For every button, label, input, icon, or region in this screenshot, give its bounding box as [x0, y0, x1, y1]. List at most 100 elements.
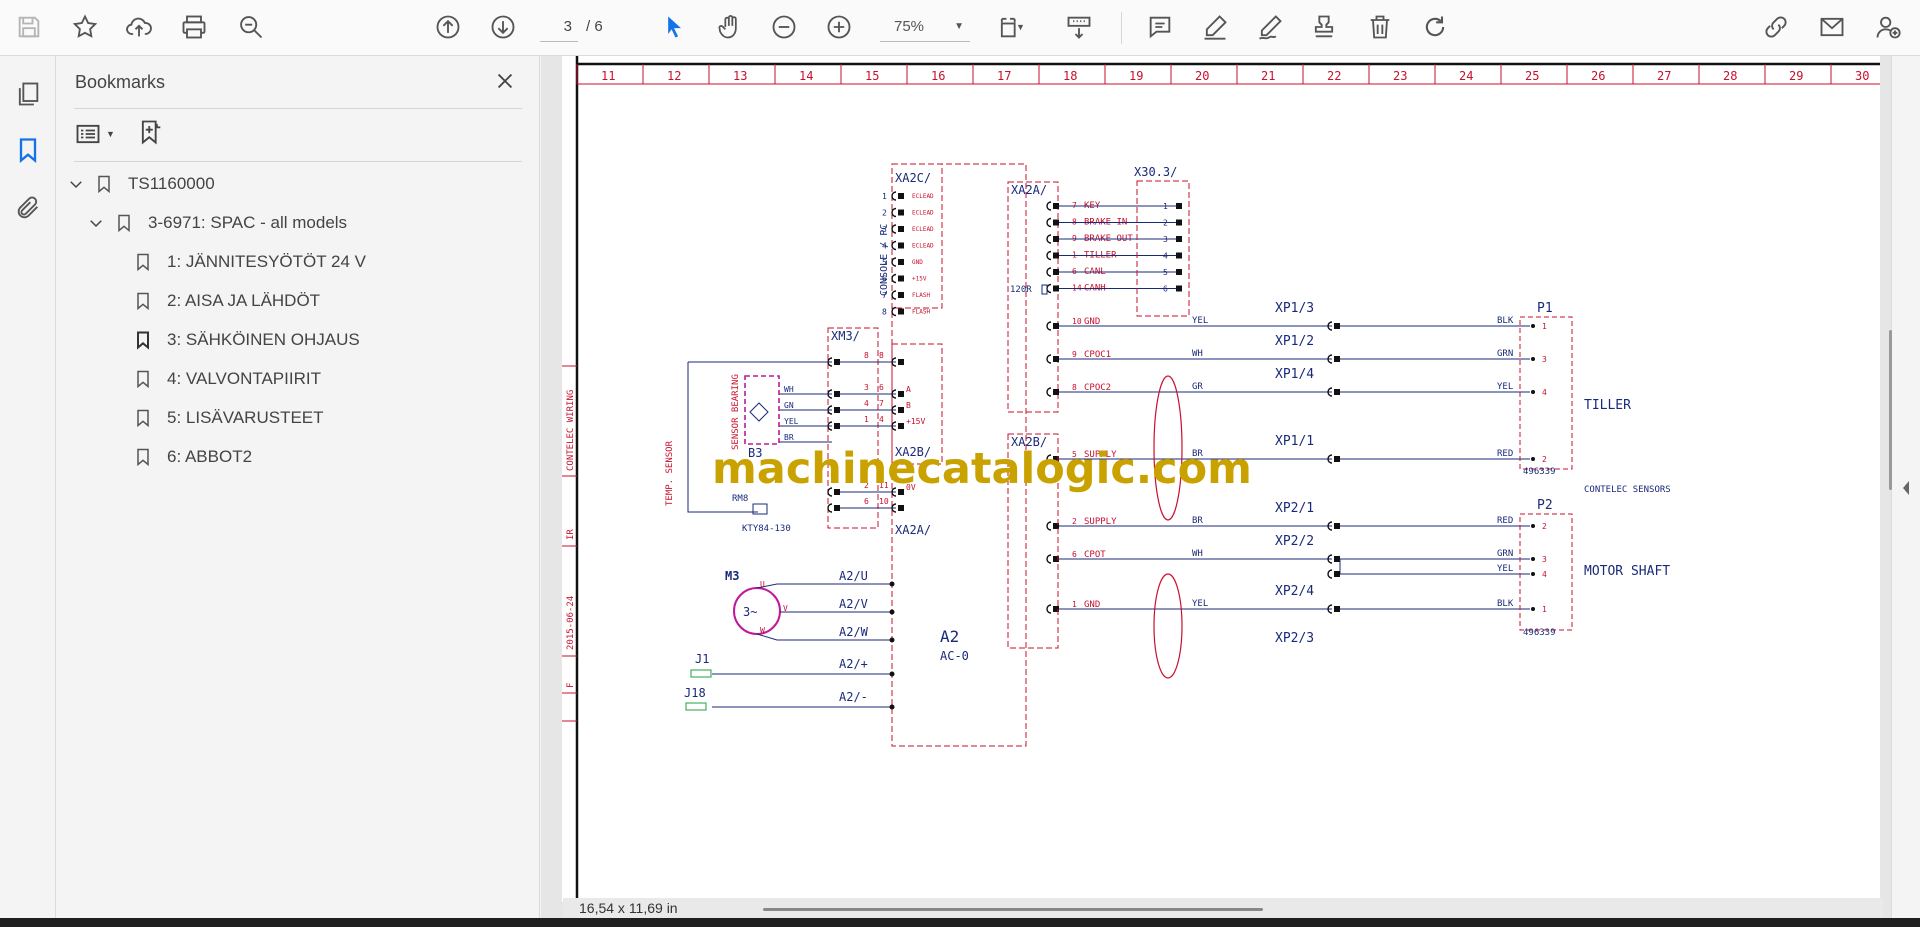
- bookmark-child[interactable]: 3-6971: SPAC - all models: [86, 209, 347, 237]
- attachments-icon[interactable]: [10, 190, 46, 226]
- xm3-label: XM3/: [831, 329, 860, 343]
- hand-icon[interactable]: [713, 10, 747, 44]
- next-page-icon[interactable]: [486, 10, 520, 44]
- j1-label: J1: [695, 652, 709, 666]
- connector-symbol: [1046, 387, 1052, 397]
- x30-pin: [1176, 269, 1182, 275]
- chevron-down-icon[interactable]: [86, 213, 106, 233]
- ac0-label: AC-0: [940, 649, 969, 663]
- pin-name: ECLEAD: [912, 193, 934, 200]
- bookmark-icon: [94, 172, 114, 196]
- ruler-label: 12: [667, 69, 681, 83]
- xp-label: XP1/1: [1275, 434, 1314, 449]
- horizontal-scrollbar[interactable]: [763, 908, 1263, 911]
- bookmarks-icon[interactable]: [10, 132, 46, 168]
- p-pin: [1531, 557, 1535, 561]
- connector-pin: [834, 391, 840, 397]
- rotate-icon[interactable]: [1418, 10, 1452, 44]
- bookmark-item-3[interactable]: 3: SÄHKÖINEN OHJAUS: [133, 326, 360, 354]
- connector-symbol: [1046, 554, 1052, 564]
- bookmark-item-4[interactable]: 4: VALVONTAPIIRIT: [133, 365, 321, 393]
- p-pin-number: 4: [1542, 570, 1547, 579]
- wire: [756, 583, 892, 589]
- ruler-label: 11: [601, 69, 615, 83]
- rm8-label: RM8: [732, 494, 748, 504]
- resistor-symbol: [1041, 284, 1048, 295]
- phase-label: V: [783, 604, 788, 613]
- select-cursor-icon[interactable]: [657, 10, 691, 44]
- bookmark-item-1[interactable]: 1: JÄNNITESYÖTÖT 24 V: [133, 248, 366, 276]
- draw-icon[interactable]: [1253, 10, 1287, 44]
- pin-number: 2: [1072, 517, 1077, 526]
- stamp-icon[interactable]: [1307, 10, 1341, 44]
- share-link-icon[interactable]: [1759, 10, 1793, 44]
- chevron-down-icon[interactable]: [66, 174, 86, 194]
- connector-pin: [898, 407, 904, 413]
- expand-pane-icon[interactable]: [1900, 478, 1912, 498]
- connector-symbol: [1046, 267, 1052, 277]
- connector-pin: [1053, 285, 1059, 292]
- bookmark-label: 3: SÄHKÖINEN OHJAUS: [167, 330, 360, 349]
- ruler-label: 14: [799, 69, 813, 83]
- search-zoom-icon[interactable]: [234, 10, 268, 44]
- page-size: 16,54 x 11,69 in: [579, 900, 678, 916]
- connector-pin: [1053, 252, 1059, 259]
- xm3-pin-number: 4: [864, 399, 869, 408]
- xp-label: XP1/3: [1275, 301, 1314, 316]
- highlight-icon[interactable]: [1198, 10, 1232, 44]
- margin-label: F: [566, 683, 576, 688]
- bookmark-item-6[interactable]: 6: ABBOT2: [133, 443, 252, 471]
- terminal-dot: [889, 671, 895, 677]
- add-user-icon[interactable]: [1871, 10, 1905, 44]
- bookmark-item-2[interactable]: 2: AISA JA LÄHDÖT: [133, 287, 320, 315]
- bookmark-item-5[interactable]: 5: LISÄVARUSTEET: [133, 404, 324, 432]
- bookmark-root[interactable]: TS1160000: [66, 170, 215, 198]
- bookmark-label: 2: AISA JA LÄHDÖT: [167, 291, 321, 310]
- bookmark-label: TS1160000: [128, 174, 215, 193]
- zoom-out-icon[interactable]: [767, 10, 801, 44]
- document-area[interactable]: 11 12 13 14 15 16 17 18 19 20 21 22 23 24 25 26 27 28 29 30…: [541, 56, 1891, 918]
- prev-page-icon[interactable]: [431, 10, 465, 44]
- vertical-scrollbar[interactable]: [1889, 330, 1892, 490]
- x30-pin-number: 3: [1163, 235, 1168, 244]
- close-icon[interactable]: [490, 66, 520, 96]
- save-icon[interactable]: [12, 10, 46, 44]
- connector-pin: [898, 242, 904, 249]
- connector-symbol: [891, 224, 897, 234]
- pin-name: ECLEAD: [912, 243, 934, 250]
- print-icon[interactable]: [177, 10, 211, 44]
- xa2b-pin-number: 8: [879, 351, 884, 360]
- zoom-select[interactable]: 75% ▼: [880, 12, 970, 42]
- terminal-dot: [889, 581, 895, 587]
- connector-pin: [834, 407, 840, 413]
- email-icon[interactable]: [1815, 10, 1849, 44]
- bookmark-star-icon[interactable]: [68, 10, 102, 44]
- bookmark-tools: ▼: [74, 116, 165, 152]
- delete-icon[interactable]: [1363, 10, 1397, 44]
- p-pin-number: 2: [1542, 455, 1547, 464]
- fit-page-icon[interactable]: [993, 10, 1027, 44]
- zoom-in-icon[interactable]: [822, 10, 856, 44]
- page-number-input[interactable]: [540, 12, 578, 42]
- upload-icon[interactable]: [122, 10, 156, 44]
- connector-pin: [1334, 523, 1340, 529]
- wire-color: YEL: [784, 417, 799, 426]
- scroll-mode-icon[interactable]: [1062, 10, 1096, 44]
- ruler-label: 13: [733, 69, 747, 83]
- bookmark-options-menu[interactable]: ▼: [74, 120, 115, 148]
- p-pin-number: 3: [1542, 355, 1547, 364]
- connector-pin: [1053, 389, 1059, 395]
- chevron-down-icon: ▼: [106, 129, 115, 139]
- ruler-label: 29: [1789, 69, 1803, 83]
- add-bookmark-icon[interactable]: [137, 118, 165, 151]
- connector-pin: [1334, 389, 1340, 395]
- pages-icon[interactable]: [10, 76, 46, 112]
- pin-number: 2: [882, 209, 887, 218]
- connector-symbol: [891, 240, 897, 251]
- a2-terminal: A2/V: [839, 597, 868, 611]
- ruler-label: 18: [1063, 69, 1077, 83]
- bookmark-icon: [114, 211, 134, 235]
- p1-part: 496339: [1523, 467, 1556, 477]
- comment-icon[interactable]: [1143, 10, 1177, 44]
- ruler-label: 16: [931, 69, 945, 83]
